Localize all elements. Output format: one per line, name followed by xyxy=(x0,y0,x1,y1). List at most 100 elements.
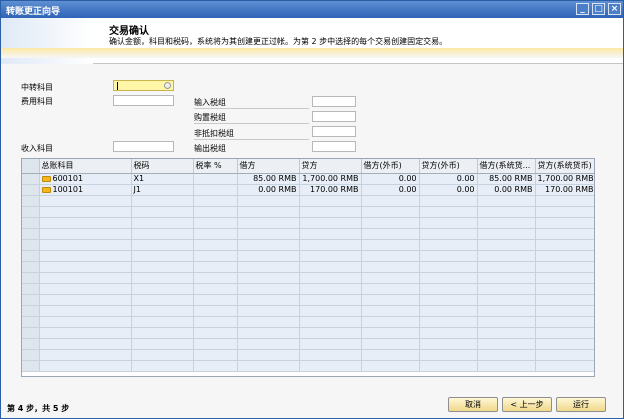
row-selector[interactable] xyxy=(22,294,40,306)
credit-fc-cell[interactable]: 0.00 xyxy=(419,184,478,196)
empty-table-row[interactable] xyxy=(22,217,594,229)
close-icon[interactable]: × xyxy=(608,3,621,15)
column-header-debit[interactable]: 借方 xyxy=(237,159,300,174)
empty-cell[interactable] xyxy=(299,294,362,306)
empty-cell[interactable] xyxy=(39,250,132,262)
empty-table-row[interactable] xyxy=(22,195,594,207)
empty-cell[interactable] xyxy=(237,338,300,350)
empty-cell[interactable] xyxy=(131,294,194,306)
empty-table-row[interactable] xyxy=(22,272,594,284)
empty-cell[interactable] xyxy=(535,272,594,284)
empty-cell[interactable] xyxy=(535,327,594,339)
empty-cell[interactable] xyxy=(299,261,362,273)
empty-cell[interactable] xyxy=(193,316,238,328)
empty-cell[interactable] xyxy=(299,195,362,207)
row-selector[interactable] xyxy=(22,261,40,273)
empty-cell[interactable] xyxy=(39,283,132,295)
empty-cell[interactable] xyxy=(535,305,594,317)
empty-cell[interactable] xyxy=(419,250,478,262)
row-selector[interactable] xyxy=(22,250,40,262)
empty-cell[interactable] xyxy=(299,305,362,317)
empty-cell[interactable] xyxy=(535,250,594,262)
empty-cell[interactable] xyxy=(477,327,536,339)
tax-code-cell[interactable]: J1 xyxy=(131,184,194,196)
empty-cell[interactable] xyxy=(193,327,238,339)
row-selector[interactable] xyxy=(22,173,40,185)
empty-cell[interactable] xyxy=(237,327,300,339)
previous-button[interactable]: < 上一步 xyxy=(502,397,552,412)
empty-cell[interactable] xyxy=(237,228,300,240)
empty-cell[interactable] xyxy=(131,327,194,339)
empty-cell[interactable] xyxy=(419,349,478,361)
empty-cell[interactable] xyxy=(361,261,420,273)
row-selector[interactable] xyxy=(22,305,40,317)
empty-cell[interactable] xyxy=(299,283,362,295)
row-selector[interactable] xyxy=(22,360,40,372)
empty-cell[interactable] xyxy=(237,294,300,306)
empty-cell[interactable] xyxy=(39,349,132,361)
empty-cell[interactable] xyxy=(535,283,594,295)
empty-cell[interactable] xyxy=(193,283,238,295)
row-selector[interactable] xyxy=(22,206,40,218)
empty-cell[interactable] xyxy=(193,338,238,350)
empty-table-row[interactable] xyxy=(22,360,594,372)
empty-cell[interactable] xyxy=(419,228,478,240)
choose-from-list-icon[interactable] xyxy=(164,82,171,89)
empty-cell[interactable] xyxy=(237,206,300,218)
link-arrow-icon[interactable] xyxy=(41,176,51,182)
empty-cell[interactable] xyxy=(131,360,194,372)
empty-cell[interactable] xyxy=(299,349,362,361)
tax-rate-cell[interactable] xyxy=(193,184,238,196)
empty-cell[interactable] xyxy=(237,360,300,372)
empty-cell[interactable] xyxy=(39,305,132,317)
empty-cell[interactable] xyxy=(419,239,478,251)
empty-cell[interactable] xyxy=(535,206,594,218)
empty-table-row[interactable] xyxy=(22,349,594,361)
empty-cell[interactable] xyxy=(131,228,194,240)
column-header-credit-sc[interactable]: 贷方(系统货币) xyxy=(535,159,594,174)
empty-cell[interactable] xyxy=(193,206,238,218)
empty-cell[interactable] xyxy=(361,217,420,229)
empty-cell[interactable] xyxy=(237,272,300,284)
empty-cell[interactable] xyxy=(39,338,132,350)
empty-cell[interactable] xyxy=(299,272,362,284)
empty-cell[interactable] xyxy=(419,283,478,295)
empty-cell[interactable] xyxy=(299,250,362,262)
empty-cell[interactable] xyxy=(299,316,362,328)
empty-table-row[interactable] xyxy=(22,327,594,339)
empty-cell[interactable] xyxy=(361,316,420,328)
gl-account-cell[interactable]: 100101 xyxy=(39,184,132,196)
empty-cell[interactable] xyxy=(299,217,362,229)
empty-table-row[interactable] xyxy=(22,316,594,328)
empty-cell[interactable] xyxy=(237,283,300,295)
row-selector[interactable] xyxy=(22,327,40,339)
empty-cell[interactable] xyxy=(477,316,536,328)
empty-cell[interactable] xyxy=(131,283,194,295)
row-selector[interactable] xyxy=(22,338,40,350)
table-row[interactable]: 100101 J1 0.00 RMB 170.00 RMB 0.00 0.00 … xyxy=(22,184,594,196)
debit-sc-cell[interactable]: 85.00 RMB xyxy=(477,173,536,185)
empty-cell[interactable] xyxy=(131,305,194,317)
empty-cell[interactable] xyxy=(39,294,132,306)
empty-cell[interactable] xyxy=(193,360,238,372)
column-header-debit-sc[interactable]: 借方(系统货... xyxy=(477,159,536,174)
empty-cell[interactable] xyxy=(361,338,420,350)
credit-fc-cell[interactable]: 0.00 xyxy=(419,173,478,185)
empty-cell[interactable] xyxy=(193,239,238,251)
empty-cell[interactable] xyxy=(477,272,536,284)
row-selector[interactable] xyxy=(22,228,40,240)
empty-cell[interactable] xyxy=(193,250,238,262)
maximize-icon[interactable]: □ xyxy=(592,3,605,15)
empty-table-row[interactable] xyxy=(22,283,594,295)
empty-cell[interactable] xyxy=(39,195,132,207)
output-tax-field[interactable] xyxy=(312,141,356,152)
column-header-credit-fc[interactable]: 贷方(外币) xyxy=(419,159,478,174)
empty-cell[interactable] xyxy=(131,195,194,207)
debit-cell[interactable]: 0.00 RMB xyxy=(237,184,300,196)
empty-table-row[interactable] xyxy=(22,305,594,317)
empty-cell[interactable] xyxy=(361,195,420,207)
empty-cell[interactable] xyxy=(361,228,420,240)
empty-cell[interactable] xyxy=(361,327,420,339)
credit-cell[interactable]: 170.00 RMB xyxy=(299,184,362,196)
empty-cell[interactable] xyxy=(477,250,536,262)
